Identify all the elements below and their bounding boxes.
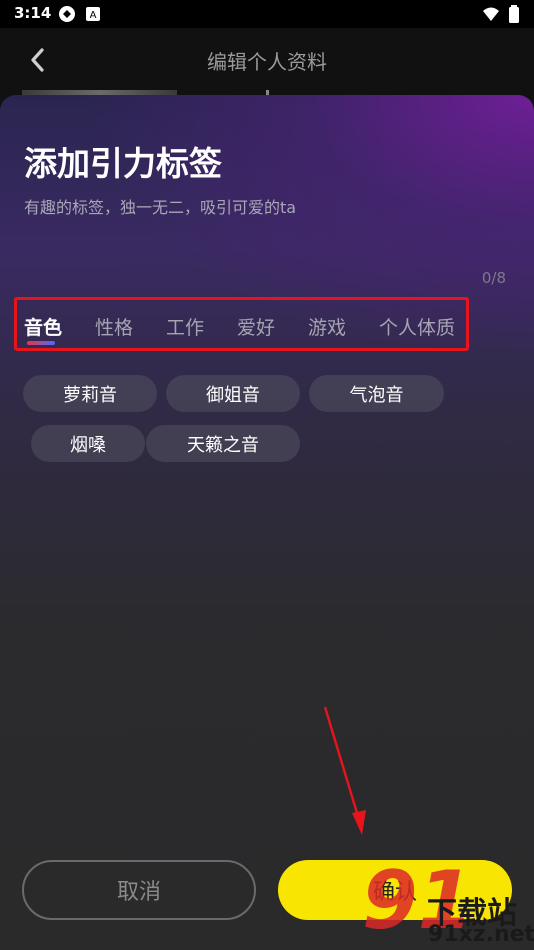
app-icon xyxy=(58,5,76,23)
font-icon: A xyxy=(86,7,100,21)
status-bar: 3:14 A xyxy=(0,0,534,28)
tab-physique[interactable]: 个人体质 xyxy=(379,313,455,340)
annotation-arrow xyxy=(323,706,366,835)
confirm-button[interactable]: 确认 xyxy=(278,860,512,920)
tag-chip[interactable]: 萝莉音 xyxy=(23,375,157,412)
status-time: 3:14 xyxy=(14,4,52,22)
cancel-button[interactable]: 取消 xyxy=(22,860,256,920)
tag-chip[interactable]: 烟嗓 xyxy=(31,425,145,462)
tag-chip[interactable]: 气泡音 xyxy=(309,375,444,412)
svg-text:A: A xyxy=(90,10,97,21)
sheet-title: 添加引力标签 xyxy=(24,144,222,183)
active-tab-indicator xyxy=(27,341,55,345)
nav-bar: 编辑个人资料 xyxy=(0,28,534,92)
selected-counter: 0/8 xyxy=(481,269,506,287)
tab-work[interactable]: 工作 xyxy=(166,313,204,340)
tab-timbre[interactable]: 音色 xyxy=(24,313,62,340)
page-title: 编辑个人资料 xyxy=(207,50,327,74)
tag-chip[interactable]: 御姐音 xyxy=(166,375,300,412)
tab-hobby[interactable]: 爱好 xyxy=(237,313,275,340)
tag-chip[interactable]: 天籁之音 xyxy=(146,425,300,462)
wifi-icon xyxy=(482,5,500,23)
tag-sheet: 添加引力标签 有趣的标签，独一无二，吸引可爱的ta 0/8 音色 性格 工作 爱… xyxy=(0,95,534,950)
tab-game[interactable]: 游戏 xyxy=(308,313,346,340)
tab-personality[interactable]: 性格 xyxy=(95,313,133,340)
sheet-subtitle: 有趣的标签，独一无二，吸引可爱的ta xyxy=(24,198,297,217)
battery-icon xyxy=(508,5,526,23)
